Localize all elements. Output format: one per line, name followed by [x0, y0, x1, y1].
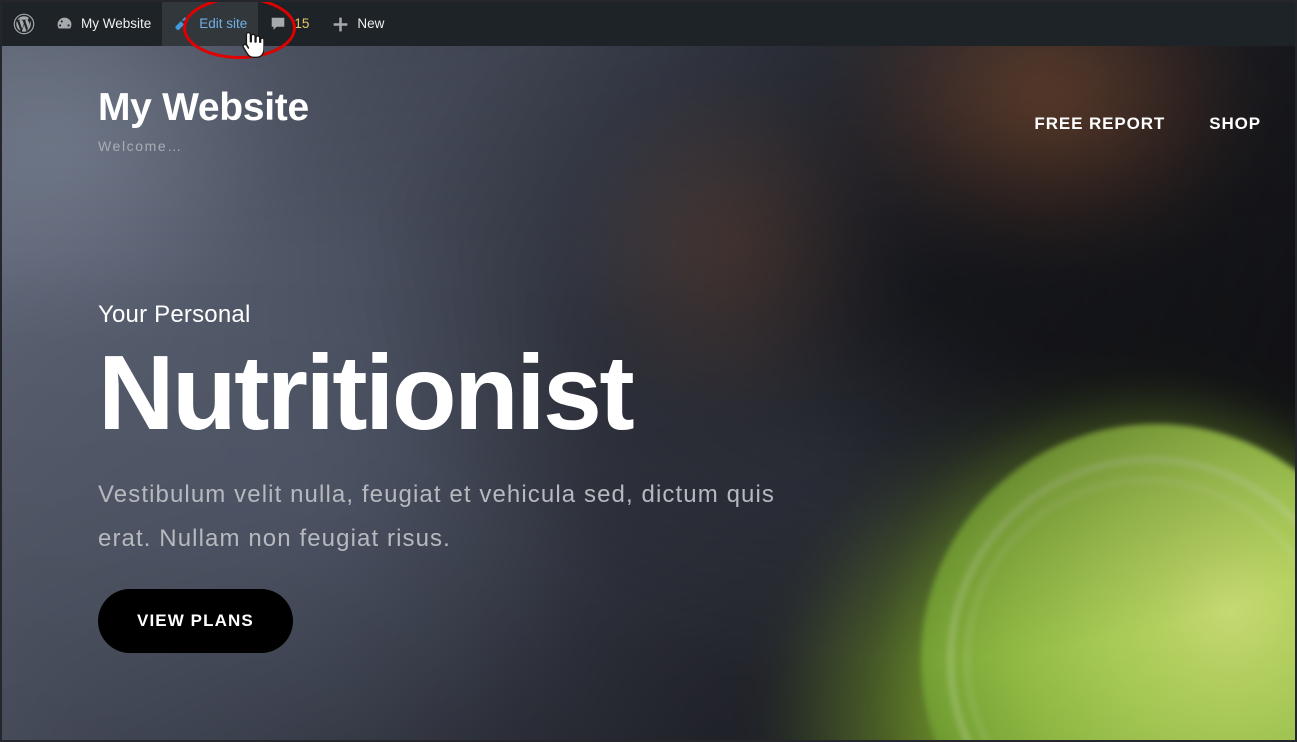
view-plans-button[interactable]: VIEW PLANS — [98, 589, 293, 654]
site-header: My Website Welcome… FREE REPORT SHOP — [2, 46, 1295, 154]
hero-eyebrow: Your Personal — [98, 301, 251, 328]
hero-heading: Nutritionist — [98, 334, 635, 452]
site-branding: My Website Welcome… — [98, 87, 309, 154]
primary-navigation: FREE REPORT SHOP — [1034, 88, 1261, 134]
nav-link-free-report[interactable]: FREE REPORT — [1034, 114, 1165, 134]
plus-icon — [331, 15, 350, 34]
site-title[interactable]: My Website — [98, 87, 309, 129]
wordpress-logo-icon — [13, 13, 35, 35]
hero-section: My Website Welcome… FREE REPORT SHOP You… — [2, 46, 1295, 740]
adminbar-comments[interactable]: 15 — [258, 2, 320, 46]
dashboard-speedometer-icon — [55, 15, 74, 34]
adminbar-edit-site[interactable]: Edit site — [162, 2, 259, 46]
adminbar-edit-site-label: Edit site — [199, 16, 248, 32]
adminbar-site-name[interactable]: My Website — [44, 2, 162, 46]
wordpress-admin-bar: My Website Edit site 15 New — [2, 2, 1295, 46]
site-tagline: Welcome… — [98, 137, 183, 154]
adminbar-new-label: New — [357, 16, 385, 32]
adminbar-new-content[interactable]: New — [320, 2, 395, 46]
adminbar-wordpress-logo[interactable] — [2, 2, 44, 46]
hero-description: Vestibulum velit nulla, feugiat et vehic… — [98, 481, 776, 552]
comment-bubble-icon — [269, 15, 287, 33]
hammer-icon — [173, 15, 192, 34]
adminbar-comments-count: 15 — [294, 16, 310, 32]
browser-viewport: My Website Edit site 15 New My Website W… — [0, 0, 1297, 742]
hero-content: Your Personal Nutritionist Vestibulum ve… — [98, 301, 818, 654]
adminbar-site-name-label: My Website — [81, 16, 152, 32]
nav-link-shop[interactable]: SHOP — [1209, 114, 1261, 134]
